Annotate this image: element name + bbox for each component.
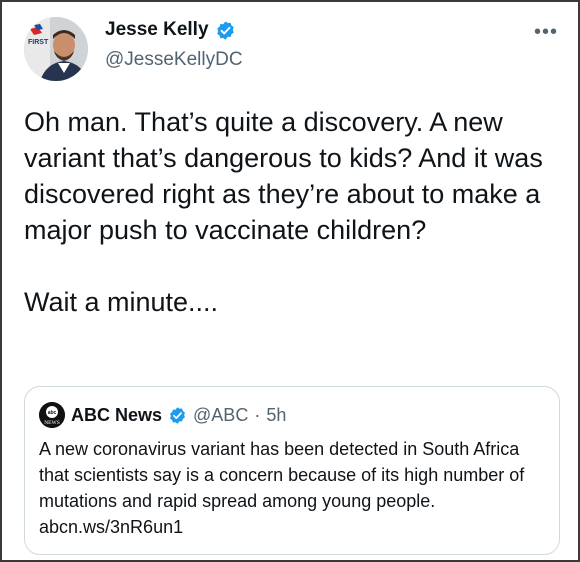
avatar-image: FIRST	[24, 17, 88, 81]
quoted-verified-badge-icon	[168, 406, 187, 425]
author-display-name[interactable]: Jesse Kelly	[105, 19, 209, 41]
author-handle[interactable]: @JesseKellyDC	[105, 49, 243, 71]
quoted-author-avatar[interactable]: abc NEWS	[39, 402, 65, 428]
abc-logo-icon: abc NEWS	[39, 402, 65, 428]
tweet-card[interactable]: FIRST Jesse Kelly @JesseKellyDC ••• Oh m…	[0, 0, 580, 562]
verified-badge-icon	[215, 20, 236, 41]
quoted-tweet[interactable]: abc NEWS ABC News @ABC · 5h A new corona…	[24, 386, 560, 555]
tweet-text: Oh man. That’s quite a discovery. A new …	[24, 107, 543, 317]
quoted-display-name[interactable]: ABC News	[71, 405, 162, 426]
svg-text:abc: abc	[48, 410, 57, 416]
quoted-handle[interactable]: @ABC	[193, 405, 248, 426]
quoted-separator: ·	[254, 404, 261, 425]
quoted-tweet-text: A new coronavirus variant has been detec…	[39, 439, 525, 537]
more-options-icon[interactable]: •••	[534, 22, 558, 42]
quoted-avatar-text: NEWS	[44, 420, 60, 426]
author-avatar[interactable]: FIRST	[24, 17, 88, 81]
avatar-badge-text: FIRST	[28, 39, 49, 46]
quoted-timestamp[interactable]: 5h	[266, 405, 286, 426]
